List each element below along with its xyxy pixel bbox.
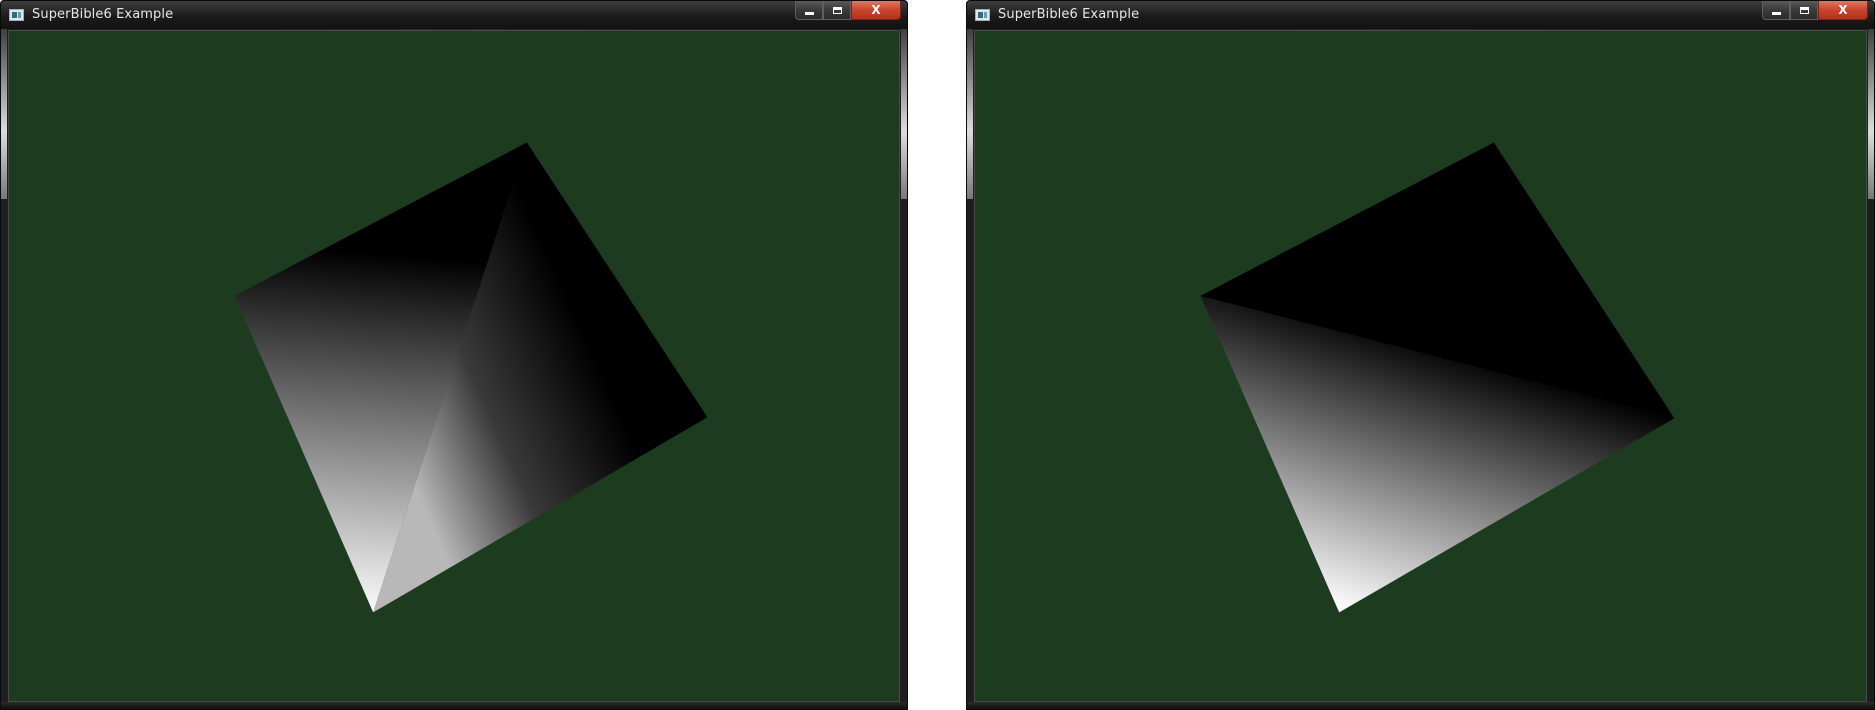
close-button[interactable]: X xyxy=(1818,1,1868,20)
render-canvas xyxy=(1200,142,1675,613)
maximize-icon xyxy=(1799,6,1809,14)
window-frame-highlight xyxy=(967,29,973,199)
window-bottom-border xyxy=(1,702,907,709)
window-frame-highlight xyxy=(1868,29,1874,199)
minimize-button[interactable] xyxy=(1762,1,1790,20)
close-icon: X xyxy=(1838,3,1848,17)
window-left[interactable]: SuperBible6 Example X xyxy=(0,0,908,710)
window-title: SuperBible6 Example xyxy=(998,7,1140,22)
render-canvas xyxy=(234,142,708,613)
minimize-icon xyxy=(804,11,814,15)
window-title: SuperBible6 Example xyxy=(32,7,174,22)
maximize-button[interactable] xyxy=(1790,1,1818,20)
window-right[interactable]: SuperBible6 Example X xyxy=(966,0,1875,710)
render-viewport[interactable] xyxy=(8,30,900,702)
window-frame-highlight xyxy=(1,29,7,199)
caption-buttons: X xyxy=(795,1,901,21)
maximize-icon xyxy=(832,6,842,14)
app-window-icon[interactable] xyxy=(9,9,24,21)
minimize-button[interactable] xyxy=(795,1,823,20)
caption-buttons: X xyxy=(1762,1,1868,21)
app-window-icon[interactable] xyxy=(975,9,990,21)
window-bottom-border xyxy=(967,702,1874,709)
titlebar[interactable]: SuperBible6 Example X xyxy=(1,1,907,29)
maximize-button[interactable] xyxy=(823,1,851,20)
close-button[interactable]: X xyxy=(851,1,901,20)
window-frame-highlight xyxy=(901,29,907,199)
titlebar[interactable]: SuperBible6 Example X xyxy=(967,1,1874,29)
render-viewport[interactable] xyxy=(974,30,1867,702)
minimize-icon xyxy=(1771,11,1781,15)
close-icon: X xyxy=(871,3,881,17)
